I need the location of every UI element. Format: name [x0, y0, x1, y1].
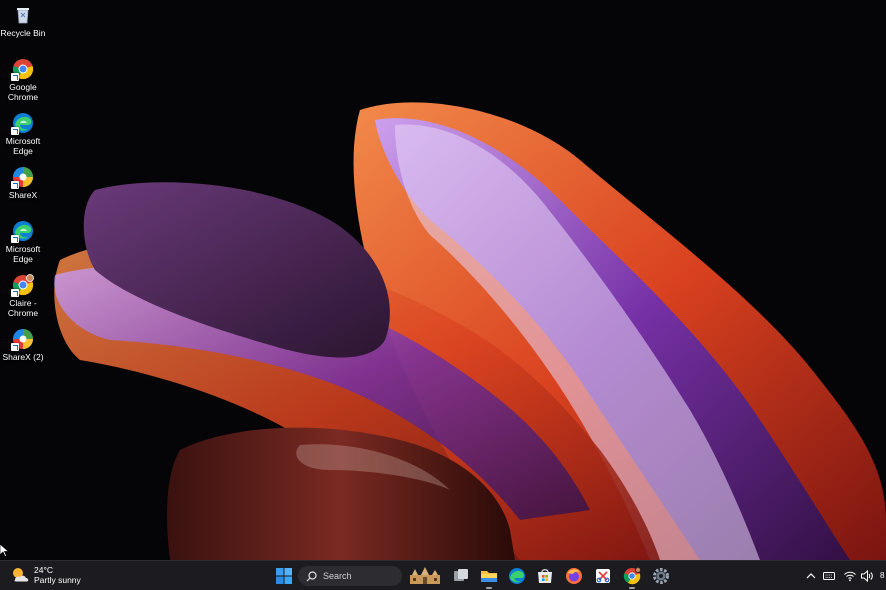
desktop-wallpaper — [0, 0, 886, 560]
chevron-up-icon — [806, 573, 816, 579]
snipping-tool-button[interactable] — [592, 565, 614, 587]
task-view-icon — [454, 569, 468, 581]
touch-keyboard-button[interactable] — [822, 569, 836, 583]
chrome-taskbar-button[interactable] — [621, 565, 643, 589]
start-icon — [276, 568, 292, 584]
file-explorer-icon — [481, 571, 497, 582]
chrome-profile-icon — [11, 274, 34, 297]
task-view-button[interactable] — [450, 565, 472, 587]
desktop-icon-label: ShareX — [8, 190, 38, 200]
microsoft-store-icon — [538, 569, 552, 583]
microsoft-store-button[interactable] — [534, 565, 556, 587]
network-button[interactable] — [843, 569, 857, 583]
show-hidden-icons-button[interactable] — [804, 569, 818, 583]
weather-temperature: 24°C — [34, 565, 53, 575]
desktop-icon-recycle-bin[interactable]: Recycle Bin — [0, 4, 46, 38]
edge-icon — [509, 568, 525, 584]
recycle-bin-icon — [12, 4, 34, 26]
partly-sunny-icon — [13, 568, 29, 582]
sharex-icon — [11, 166, 34, 189]
desktop-icon-google-chrome[interactable]: Google Chrome — [0, 58, 46, 102]
desktop-icon-sharex-2[interactable]: ShareX (2) — [0, 328, 46, 362]
edge-icon — [11, 220, 34, 243]
clock-partial[interactable]: 8 — [880, 571, 884, 580]
desktop-icon-label: Recycle Bin — [0, 28, 46, 38]
taskbar: 24°C Partly sunny Search 8 — [0, 560, 886, 590]
wifi-icon — [844, 571, 856, 582]
settings-button[interactable] — [650, 565, 672, 587]
search-icon — [306, 570, 317, 581]
desktop-icon-label: Google Chrome — [7, 82, 39, 102]
desktop-icon-label: Microsoft Edge — [5, 244, 41, 264]
file-explorer-button[interactable] — [478, 565, 500, 589]
edge-icon — [11, 112, 34, 135]
start-button[interactable] — [273, 565, 295, 587]
speaker-icon — [861, 569, 873, 583]
volume-button[interactable] — [860, 569, 874, 583]
search-highlight-icon[interactable] — [407, 566, 443, 586]
firefox-icon — [566, 568, 582, 584]
weather-condition: Partly sunny — [34, 575, 81, 585]
settings-icon — [653, 568, 669, 584]
chrome-icon — [11, 58, 34, 81]
desktop-icon-claire-chrome[interactable]: Claire - Chrome — [0, 274, 46, 318]
desktop-icon-microsoft-edge[interactable]: Microsoft Edge — [0, 112, 46, 156]
search-placeholder: Search — [323, 571, 352, 581]
desktop-icon-microsoft-edge-2[interactable]: Microsoft Edge — [0, 220, 46, 264]
firefox-button[interactable] — [563, 565, 585, 587]
snipping-tool-icon — [596, 569, 610, 583]
desktop-icon-sharex[interactable]: ShareX — [0, 166, 46, 200]
weather-widget[interactable]: 24°C Partly sunny — [10, 565, 81, 585]
sharex-icon — [11, 328, 34, 351]
mouse-cursor-icon — [0, 544, 9, 557]
desktop-icon-label: Claire - Chrome — [7, 298, 39, 318]
edge-taskbar-button[interactable] — [506, 565, 528, 587]
chrome-icon — [623, 567, 641, 585]
desktop-icon-label: ShareX (2) — [2, 352, 44, 362]
keyboard-icon — [823, 572, 835, 580]
search-box[interactable]: Search — [298, 566, 402, 586]
desktop-icon-label: Microsoft Edge — [5, 136, 41, 156]
